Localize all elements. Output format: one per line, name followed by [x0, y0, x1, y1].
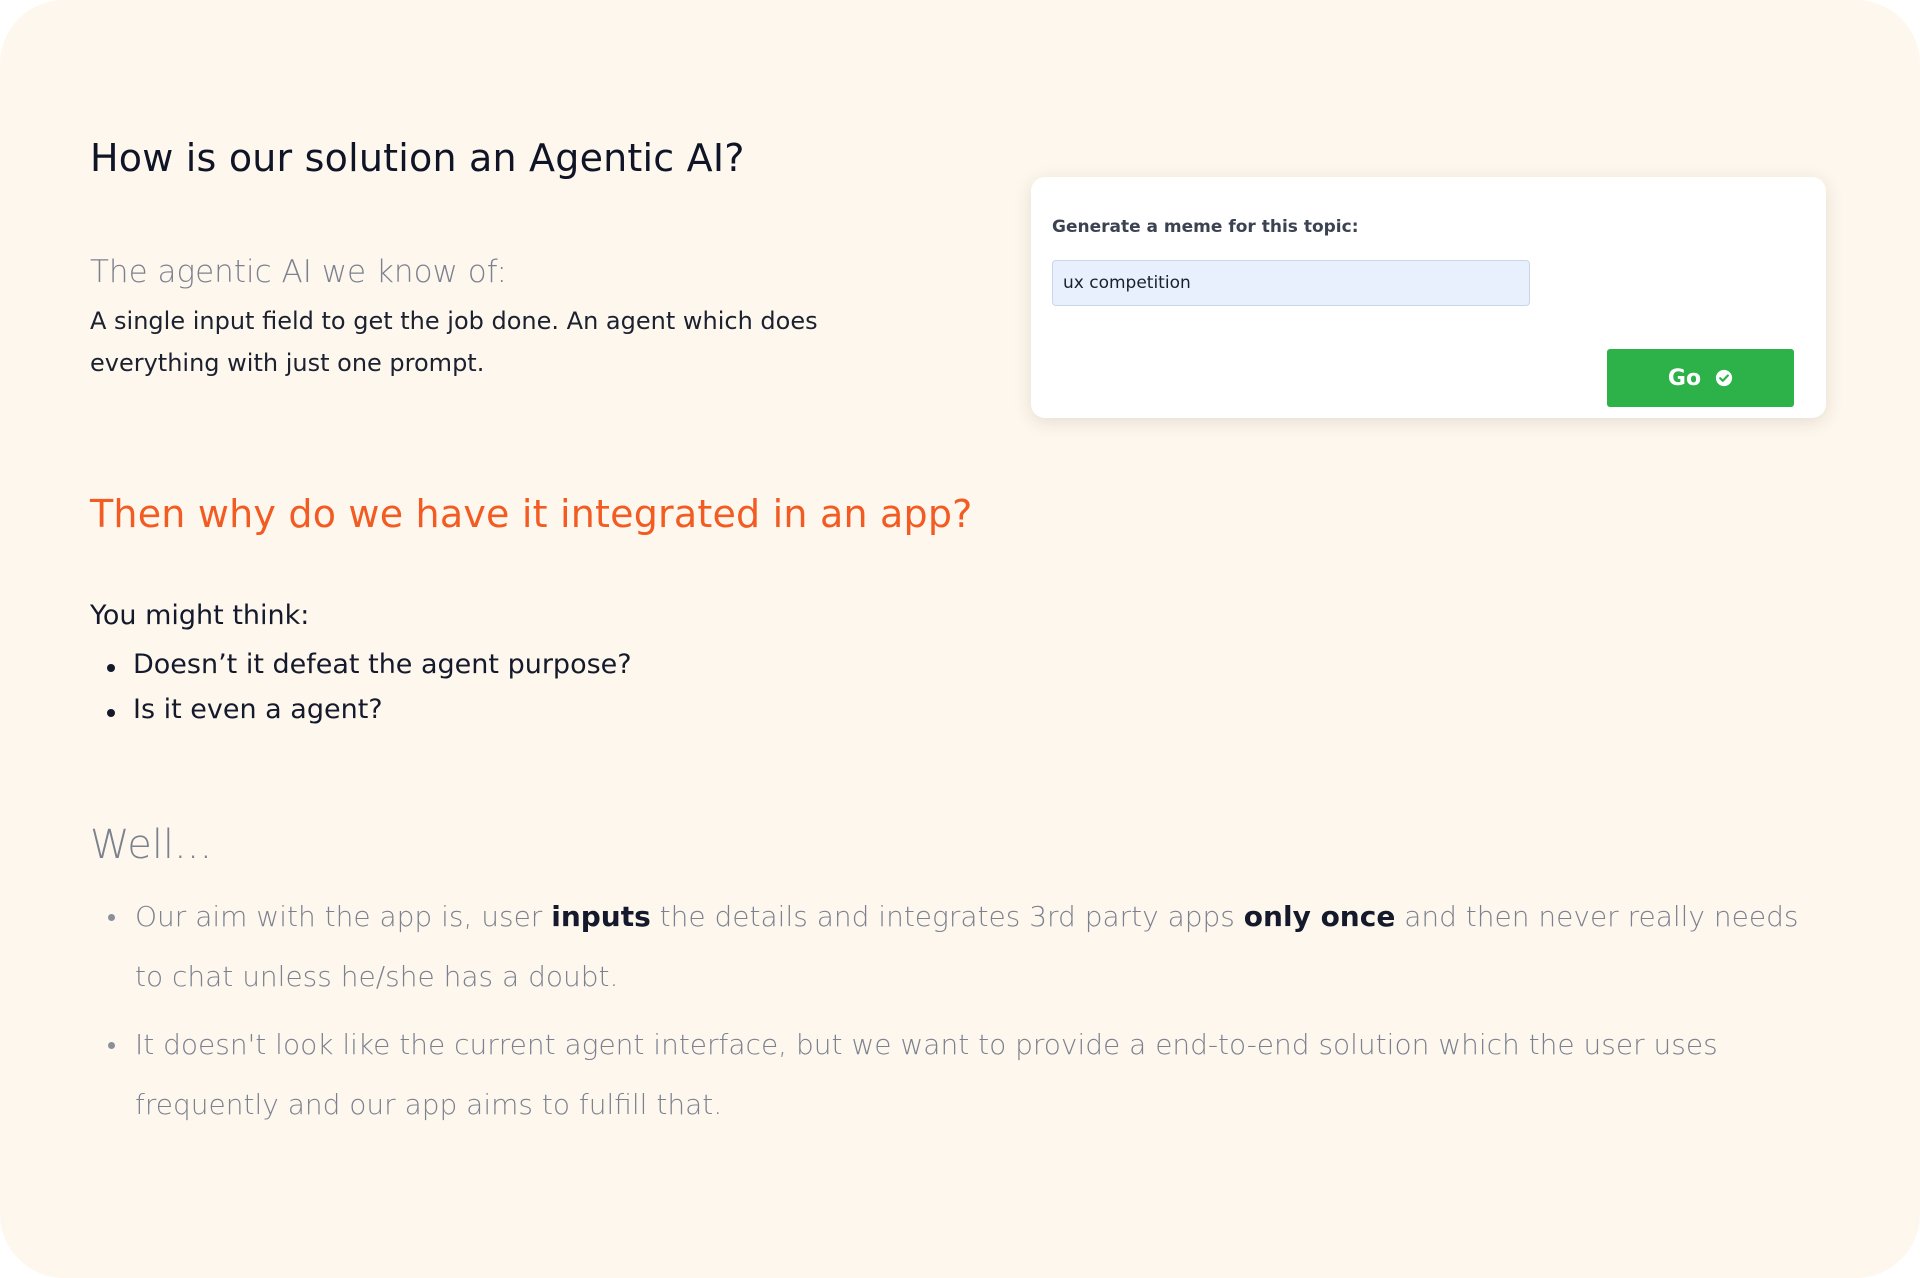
- agentic-ai-description: A single input field to get the job done…: [90, 307, 818, 377]
- agentic-ai-subheading: The agentic AI we know of:: [90, 254, 507, 290]
- aim-text-part1: Our aim with the app is, user: [135, 900, 552, 933]
- go-button-label: Go: [1667, 365, 1702, 391]
- integration-question-heading: Then why do we have it integrated in an …: [90, 492, 973, 536]
- meme-topic-input[interactable]: [1052, 260, 1530, 306]
- inputs-emphasis: inputs: [551, 900, 651, 933]
- meme-topic-label: Generate a meme for this topic:: [1052, 217, 1359, 237]
- slide-card: How is our solution an Agentic AI? The a…: [0, 0, 1920, 1278]
- list-item: Doesn’t it defeat the agent purpose?: [90, 645, 632, 690]
- meme-generator-widget: Generate a meme for this topic: Go: [1031, 177, 1826, 418]
- main-heading: How is our solution an Agentic AI?: [90, 136, 745, 180]
- you-might-think-label: You might think:: [90, 600, 310, 631]
- list-item: Our aim with the app is, user inputs the…: [90, 887, 1830, 1007]
- well-heading: Well...: [90, 822, 213, 868]
- check-circle-icon: [1715, 369, 1733, 387]
- list-item: It doesn't look like the current agent i…: [90, 1015, 1830, 1135]
- explanation-list: Our aim with the app is, user inputs the…: [90, 887, 1830, 1143]
- concerns-list: Doesn’t it defeat the agent purpose? Is …: [90, 645, 632, 735]
- list-item: Is it even a agent?: [90, 690, 632, 735]
- aim-text-part2: the details and integrates 3rd party app…: [650, 900, 1244, 933]
- go-button[interactable]: Go: [1607, 349, 1794, 407]
- only-once-emphasis: only once: [1243, 900, 1396, 933]
